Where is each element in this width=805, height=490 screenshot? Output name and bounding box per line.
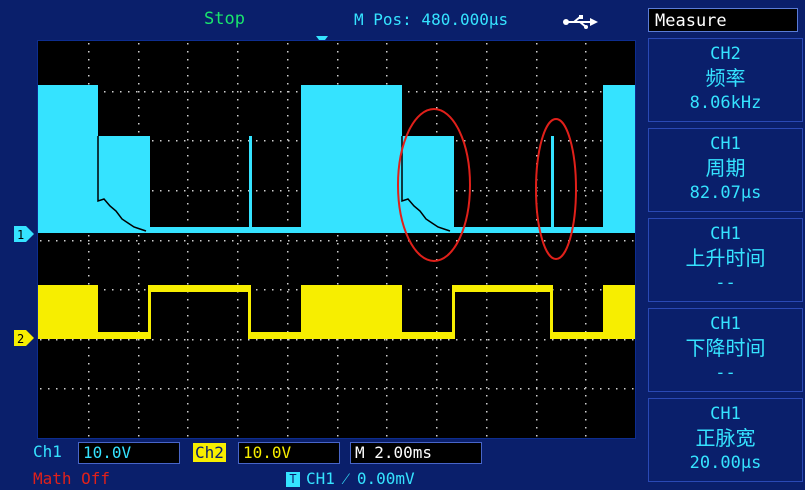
trigger-text: CH1 ⁄ 0.00mV <box>306 469 415 488</box>
ch2-scale[interactable]: 10.0V <box>238 442 340 464</box>
panel-name: 下降时间 <box>685 336 766 360</box>
panel-channel: CH1 <box>710 134 741 154</box>
measure-panel-2[interactable]: CH1 周期 82.07µs <box>648 128 803 212</box>
ch2-waveform <box>38 285 635 339</box>
measure-title[interactable]: Measure <box>648 8 798 32</box>
panel-value: 82.07µs <box>689 183 762 203</box>
waveform-display[interactable] <box>37 40 636 439</box>
ch1-scale[interactable]: 10.0V <box>78 442 180 464</box>
panel-name: 频率 <box>705 66 746 90</box>
measure-panel-3[interactable]: CH1 上升时间 -- <box>648 218 803 302</box>
panel-channel: CH1 <box>710 314 741 334</box>
timebase[interactable]: M 2.00ms <box>350 442 482 464</box>
ch1-ground-marker[interactable]: 1 <box>14 226 34 242</box>
ch1-waveform <box>38 85 635 233</box>
ch1-label: Ch1 <box>33 442 62 461</box>
math-status: Math Off <box>33 469 111 488</box>
m-pos-readout: M Pos: 480.000µs <box>354 10 509 29</box>
panel-value: 20.00µs <box>689 453 762 473</box>
run-state: Stop <box>204 9 245 29</box>
usb-icon <box>563 15 598 29</box>
ch2-marker-label: 2 <box>17 332 24 346</box>
trigger-status: T CH1 ⁄ 0.00mV <box>286 469 415 489</box>
panel-name: 正脉宽 <box>695 426 756 450</box>
panel-value: -- <box>715 273 736 293</box>
waveform-graph <box>38 43 635 437</box>
measure-panel-5[interactable]: CH1 正脉宽 20.00µs <box>648 398 803 482</box>
measure-panel-4[interactable]: CH1 下降时间 -- <box>648 308 803 392</box>
panel-value: -- <box>715 363 736 383</box>
trigger-icon: T <box>286 472 300 487</box>
ch2-ground-marker[interactable]: 2 <box>14 330 34 346</box>
measure-panel-1[interactable]: CH2 频率 8.06kHz <box>648 38 803 122</box>
panel-value: 8.06kHz <box>689 93 762 113</box>
panel-name: 周期 <box>705 156 746 180</box>
annotation-circle-2 <box>535 118 577 260</box>
panel-name: 上升时间 <box>685 246 766 270</box>
ch1-marker-label: 1 <box>17 228 24 242</box>
panel-channel: CH1 <box>710 404 741 424</box>
measure-sidebar: Measure CH2 频率 8.06kHz CH1 周期 82.07µs CH… <box>643 0 805 490</box>
panel-channel: CH2 <box>710 44 741 64</box>
panel-channel: CH1 <box>710 224 741 244</box>
bottom-status-bar: Ch1 10.0V Ch2 10.0V M 2.00ms Math Off TC… <box>0 440 640 490</box>
top-status-bar: Stop M Pos: 480.000µs <box>0 0 640 34</box>
ch2-label: Ch2 <box>193 443 226 462</box>
